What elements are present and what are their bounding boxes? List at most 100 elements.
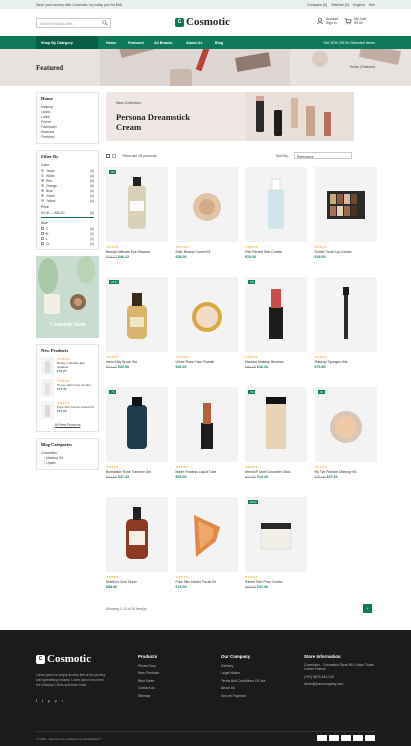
product-image[interactable]	[314, 277, 377, 352]
language-select[interactable]: English	[353, 3, 365, 7]
size-checkbox[interactable]	[41, 227, 44, 230]
size-checkbox[interactable]	[41, 232, 44, 235]
footer-link[interactable]: Delivery	[221, 663, 265, 671]
product-card[interactable]: -€4.00 ★★★★★ Hello Kitty Brush Set €34.32€3…	[106, 277, 168, 369]
color-option[interactable]: Yellow (4)	[41, 198, 94, 203]
product-image[interactable]	[245, 167, 307, 242]
wishlist-link[interactable]: Wishlist (0)	[331, 3, 349, 7]
store-phone[interactable]: (+91) 9876-543-210	[304, 674, 376, 682]
instagram-icon[interactable]: i	[62, 699, 63, 703]
product-name[interactable]: Nutrition Gold Seeer	[106, 580, 168, 584]
currency-select[interactable]: Ksh	[369, 3, 375, 7]
product-image[interactable]	[106, 497, 168, 572]
product-card[interactable]: -5% ★★★★★ Marplus Makeup Brushes €84.09€16.…	[245, 277, 307, 369]
new-product-item[interactable]: ★★★★★ Pure Skin Nearin Facial Kit €74.00	[41, 401, 94, 419]
product-name[interactable]: Matte Fearless Liquid Tube	[176, 470, 238, 474]
product-name[interactable]: Makeup Sponges Kits	[315, 360, 377, 364]
footer-link[interactable]: Contact Us	[138, 685, 159, 693]
footer-link[interactable]: Prices Drop	[138, 663, 159, 671]
next-page-button[interactable]: ›	[363, 604, 372, 613]
nav-home[interactable]: Home	[106, 41, 116, 45]
product-card[interactable]: ★★★★★ Urnne Rose Face Powder €46.00	[175, 277, 238, 369]
sidebar-ad-banner[interactable]: Cosmetic Item	[36, 256, 99, 338]
footer-link[interactable]: Best Sales	[138, 678, 159, 686]
new-product-thumbnail[interactable]	[41, 379, 54, 397]
product-name[interactable]: Marplus Makeup Brushes	[245, 360, 307, 364]
product-name[interactable]: Bolin Beauty Canon Kit	[176, 250, 238, 254]
twitter-icon[interactable]: t	[42, 699, 43, 703]
product-name[interactable]: Beauty Ultimate Eye Shadow	[106, 250, 168, 254]
nav-blog[interactable]: Blog	[215, 41, 223, 45]
facebook-icon[interactable]: f	[36, 699, 37, 703]
product-card[interactable]: ★★★★★ Pure Skin Nearin Facial Kit €74.00	[175, 497, 238, 589]
price-slider[interactable]	[41, 217, 94, 218]
list-view-icon[interactable]	[112, 154, 116, 158]
product-image[interactable]	[314, 167, 377, 242]
grid-view-icon[interactable]	[106, 154, 110, 158]
product-name[interactable]: My Tye Fashion Makeup Kit	[315, 470, 377, 474]
product-card[interactable]: ★★★★★ Nutrition Gold Seeer €58.00	[106, 497, 168, 589]
footer-link[interactable]: Legal Notice	[221, 670, 265, 678]
pinterest-icon[interactable]: p	[55, 699, 57, 703]
nav-about-us[interactable]: About Us	[186, 41, 202, 45]
product-card[interactable]: -7% ★★★★★ Borealskin Rose Turmeric Gel €51.…	[106, 387, 168, 479]
new-product-thumbnail[interactable]	[41, 357, 54, 375]
nav-all-brands[interactable]: All Brands	[154, 41, 172, 45]
site-logo[interactable]: C Cosmotic	[175, 16, 230, 28]
product-card[interactable]: ★★★★★ Matte Fearless Liquid Tube €53.00	[175, 387, 238, 479]
new-product-thumbnail[interactable]	[41, 401, 54, 419]
footer-link[interactable]: New Products	[138, 670, 159, 678]
product-image[interactable]: -7%	[106, 387, 168, 462]
product-name[interactable]: Hello Kitty Brush Set	[106, 360, 168, 364]
product-card[interactable]: ★★★★★ Guitab Touch Up Combo €43.00	[314, 167, 377, 259]
footer-link[interactable]: Secure Payment	[221, 693, 265, 701]
sidebar-item-featured[interactable]: Featured	[41, 135, 94, 140]
product-card[interactable]: -€3.00 ★★★★★ Ranee Skin Prep Combo €50.00€4…	[245, 497, 307, 589]
product-card[interactable]: -5% ★★★★★ MenoUP Matt Concealer Stick €22.8…	[245, 387, 307, 479]
product-name[interactable]: MenoUP Matt Concealer Stick	[245, 470, 307, 474]
product-image[interactable]	[175, 167, 238, 242]
cart-link[interactable]: My Cart €0.00	[344, 17, 366, 25]
product-card[interactable]: -8% ★★★★★ Beauty Ultimate Eye Shadow €58.37…	[106, 167, 168, 259]
youtube-icon[interactable]: y	[48, 699, 50, 703]
account-link[interactable]: Account Sign In	[316, 17, 338, 25]
product-image[interactable]: -5%	[245, 277, 307, 352]
product-name[interactable]: Ranee Skin Prep Combo	[245, 580, 307, 584]
product-name[interactable]: Fish Renew Skin Combo	[245, 250, 307, 254]
product-image[interactable]: -€4.00	[106, 277, 168, 352]
footer-logo[interactable]: C Cosmotic	[36, 653, 91, 665]
size-checkbox[interactable]	[41, 242, 44, 245]
blog-cat-lipstic[interactable]: › Lipstic	[41, 461, 94, 466]
new-product-item[interactable]: ★★★★★ Pense Skin Prep Combo €47.43	[41, 379, 94, 397]
breadcrumb[interactable]: Home | Featured	[350, 65, 375, 69]
size-checkbox[interactable]	[41, 237, 44, 240]
view-toggle[interactable]	[106, 154, 116, 158]
product-name[interactable]: Borealskin Rose Turmeric Gel	[106, 470, 168, 474]
product-image[interactable]: -5%	[245, 387, 307, 462]
product-card[interactable]: ★★★★★ Fish Renew Skin Combo €15.00	[245, 167, 307, 259]
product-name[interactable]: Urnne Rose Face Powder	[176, 360, 238, 364]
all-new-products-link[interactable]: All New Products	[41, 423, 94, 428]
compare-link[interactable]: Compare (0)	[307, 3, 327, 7]
product-image[interactable]: -€3.00	[245, 497, 307, 572]
product-image[interactable]	[175, 387, 238, 462]
sort-select[interactable]: Relevance	[294, 152, 352, 159]
product-image[interactable]: -3%	[314, 387, 377, 462]
search-input[interactable]: Search products here...	[36, 17, 111, 28]
nav-featured[interactable]: Featured	[128, 41, 144, 45]
footer-link[interactable]: About Us	[221, 685, 265, 693]
product-name[interactable]: Guitab Touch Up Combo	[315, 250, 377, 254]
search-icon[interactable]	[102, 20, 108, 26]
footer-link[interactable]: Sitemap	[138, 693, 159, 701]
product-card[interactable]: -3% ★★★★★ My Tye Fashion Makeup Kit €58.08€…	[314, 387, 377, 479]
product-image[interactable]: -8%	[106, 167, 168, 242]
store-email[interactable]: demo@yourcompany.com	[304, 681, 376, 689]
product-card[interactable]: ★★★★★ Makeup Sponges Kits €79.80	[314, 277, 377, 369]
footer-link[interactable]: Terms And Conditions Of Use	[221, 678, 265, 686]
shop-by-category-button[interactable]: Shop By Category	[36, 36, 98, 49]
product-image[interactable]	[175, 277, 238, 352]
product-card[interactable]: ★★★★★ Bolin Beauty Canon Kit €38.00	[175, 167, 238, 259]
size-option[interactable]: XL (1)	[41, 241, 94, 246]
product-image[interactable]	[175, 497, 238, 572]
product-name[interactable]: Pure Skin Nearin Facial Kit	[176, 580, 238, 584]
